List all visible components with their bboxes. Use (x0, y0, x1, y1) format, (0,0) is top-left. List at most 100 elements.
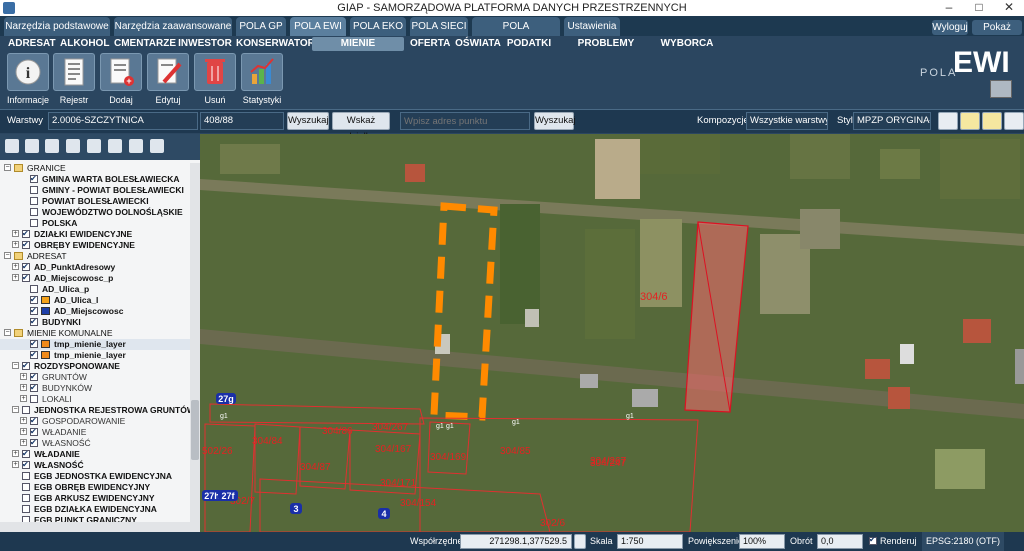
print-icon[interactable] (1004, 112, 1024, 130)
expand-toggle-icon[interactable]: − (4, 329, 11, 336)
rejestr-button[interactable] (53, 53, 95, 91)
tab-pola-integracje[interactable]: POLA INTEGRACJE (472, 17, 560, 51)
expand-toggle-icon[interactable]: + (20, 439, 27, 446)
layer-visibility-checkbox[interactable] (30, 395, 38, 403)
expand-toggle-icon[interactable]: + (12, 450, 19, 457)
tab-narzedzia-zaawansowane[interactable]: Narzędzia zaawansowane (114, 17, 232, 36)
informacje-button[interactable]: i (7, 53, 49, 91)
expand-toggle-icon[interactable]: + (12, 230, 19, 237)
style-select[interactable]: MPZP ORYGINAŁ (853, 112, 931, 130)
tab-adresat[interactable]: ADRESAT (8, 37, 56, 51)
layer-visibility-checkbox[interactable] (22, 228, 30, 239)
layer-tree-item[interactable]: − MIENIE KOMUNALNE (0, 328, 190, 339)
layer-visibility-checkbox[interactable] (22, 483, 30, 491)
tab-konserwator[interactable]: KONSERWATOR (236, 37, 315, 51)
layer-zoom-icon[interactable] (87, 139, 101, 153)
search-address-button[interactable]: Wyszukaj (534, 112, 576, 130)
tab-pola-sieci[interactable]: POLA SIECI (410, 17, 468, 36)
parcel-number-input[interactable]: 408/88 (200, 112, 284, 130)
expand-toggle-icon[interactable]: + (12, 274, 19, 281)
scale-select[interactable]: 1:750 (617, 534, 683, 549)
maximize-button[interactable]: □ (964, 0, 994, 16)
layer-tree-item[interactable]: tmp_mienie_layer (0, 338, 190, 350)
clear-selection-icon[interactable] (960, 112, 980, 130)
layer-visibility-checkbox[interactable] (22, 448, 30, 459)
tab-oferta[interactable]: OFERTA (410, 37, 450, 51)
refresh-style-icon[interactable] (938, 112, 958, 130)
expand-toggle-icon[interactable]: − (12, 406, 19, 413)
layer-tree-item[interactable]: AD_Ulica_l (0, 294, 190, 306)
layer-visibility-checkbox[interactable] (30, 371, 38, 382)
layer-tree-item[interactable]: EGB OBRĘB EWIDENCYJNY (0, 482, 190, 493)
expand-toggle-icon[interactable]: + (20, 373, 27, 380)
coords-pick-icon[interactable] (574, 534, 586, 549)
expand-toggle-icon[interactable]: − (12, 362, 19, 369)
layer-visibility-checkbox[interactable] (30, 382, 38, 393)
expand-toggle-icon[interactable]: − (4, 252, 11, 259)
expand-toggle-icon[interactable]: + (20, 428, 27, 435)
minimize-button[interactable]: – (934, 0, 964, 16)
tab-oswiata[interactable]: OŚWIATA (454, 37, 502, 51)
layer-tree-item[interactable]: + AD_Miejscowosc_p (0, 272, 190, 284)
layer-tree-item[interactable]: POWIAT BOLESŁAWIECKI (0, 196, 190, 207)
layer-tree-item[interactable]: − ROZDYSPONOWANE (0, 360, 190, 372)
layer-refresh-icon[interactable] (45, 139, 59, 153)
tab-pola-gp[interactable]: POLA GP (236, 17, 286, 36)
tab-narzedzia-podstawowe[interactable]: Narzędzia podstawowe (4, 17, 110, 36)
layer-visibility-checkbox[interactable] (22, 505, 30, 513)
layer-tree-item[interactable]: AD_Miejscowosc (0, 305, 190, 317)
tab-problemy-spoleczne[interactable]: PROBLEMY SPOŁECZNE (556, 37, 656, 63)
show-less-button[interactable]: Pokaż mniej (972, 20, 1022, 48)
layer-visibility-checkbox[interactable] (30, 305, 38, 316)
map-canvas[interactable]: 304/6 304/267 304/84 304/87 304/86 304/85 304/… (200, 134, 1024, 532)
layer-tree-item[interactable]: + BUDYNKÓW (0, 382, 190, 394)
layer-tree-item[interactable]: GMINY - POWIAT BOLESŁAWIECKI (0, 185, 190, 196)
tab-mienie-komunalne[interactable]: MIENIE KOMUNALNE (312, 37, 404, 63)
layer-tree-item[interactable]: EGB ARKUSZ EWIDENCYJNY (0, 493, 190, 504)
layer-visibility-checkbox[interactable] (22, 494, 30, 502)
layer-tree-item[interactable]: − JEDNOSTKA REJESTROWA GRUNTÓW (0, 405, 190, 416)
epsg-button[interactable]: EPSG:2180 (OTF) (922, 532, 1005, 551)
layer-visibility-checkbox[interactable] (22, 261, 30, 272)
layer-visibility-checkbox[interactable] (30, 197, 38, 205)
layer-filter-icon[interactable] (66, 139, 80, 153)
tab-inwestor[interactable]: INWESTOR (178, 37, 232, 51)
coords-field[interactable]: 271298.1,377529.5 (460, 534, 572, 549)
layer-tree-item[interactable]: + OBRĘBY EWIDENCYJNE (0, 239, 190, 251)
zoom-spinbox[interactable]: 100% (739, 534, 785, 549)
layer-visibility-checkbox[interactable] (22, 272, 30, 283)
layer-tree-item[interactable]: + GOSPODAROWANIE (0, 415, 190, 427)
tab-wyborca[interactable]: WYBORCA (660, 37, 714, 51)
layer-visibility-checkbox[interactable] (22, 360, 30, 371)
layer-visibility-checkbox[interactable] (30, 338, 38, 349)
layer-visibility-checkbox[interactable] (22, 239, 30, 250)
tab-ustawienia[interactable]: Ustawienia (564, 17, 620, 36)
layer-expand-icon[interactable] (108, 139, 122, 153)
expand-toggle-icon[interactable]: + (12, 461, 19, 468)
obreb-select[interactable]: 2.0006-SZCZYTNICA (48, 112, 198, 130)
edytuj-button[interactable] (147, 53, 189, 91)
tab-podatki[interactable]: PODATKI (506, 37, 552, 51)
tab-pola-ewi[interactable]: POLA EWI (290, 17, 346, 36)
close-button[interactable]: ✕ (994, 0, 1024, 16)
map-view[interactable]: 304/6 304/267 304/84 304/87 304/86 304/85 304/… (200, 134, 1024, 532)
tree-scroll-thumb[interactable] (191, 400, 199, 460)
statystyki-button[interactable] (241, 53, 283, 91)
render-checkbox[interactable] (869, 535, 877, 545)
layer-group-icon[interactable] (25, 139, 39, 153)
expand-toggle-icon[interactable]: + (12, 263, 19, 270)
layer-visibility-checkbox[interactable] (30, 316, 38, 327)
layer-visibility-checkbox[interactable] (30, 186, 38, 194)
layer-tree-item[interactable]: EGB DZIAŁKA EWIDENCYJNA (0, 504, 190, 515)
tab-pola-eko[interactable]: POLA EKO (350, 17, 406, 36)
layer-visibility-checkbox[interactable] (22, 472, 30, 480)
layer-visibility-checkbox[interactable] (22, 406, 30, 414)
tree-scrollbar[interactable] (190, 163, 200, 532)
layer-tree-item[interactable]: GMINA WARTA BOLESŁAWIECKA (0, 173, 190, 185)
rotation-spinbox[interactable]: 0,0 (817, 534, 863, 549)
search-parcel-button[interactable]: Wyszukaj (287, 112, 329, 130)
layer-tree-item[interactable]: + LOKALI (0, 394, 190, 405)
layer-tree-item[interactable]: AD_Ulica_p (0, 284, 190, 295)
layer-tree-item[interactable]: EGB JEDNOSTKA EWIDENCYJNA (0, 471, 190, 482)
logout-button[interactable]: Wyloguj (932, 20, 968, 35)
